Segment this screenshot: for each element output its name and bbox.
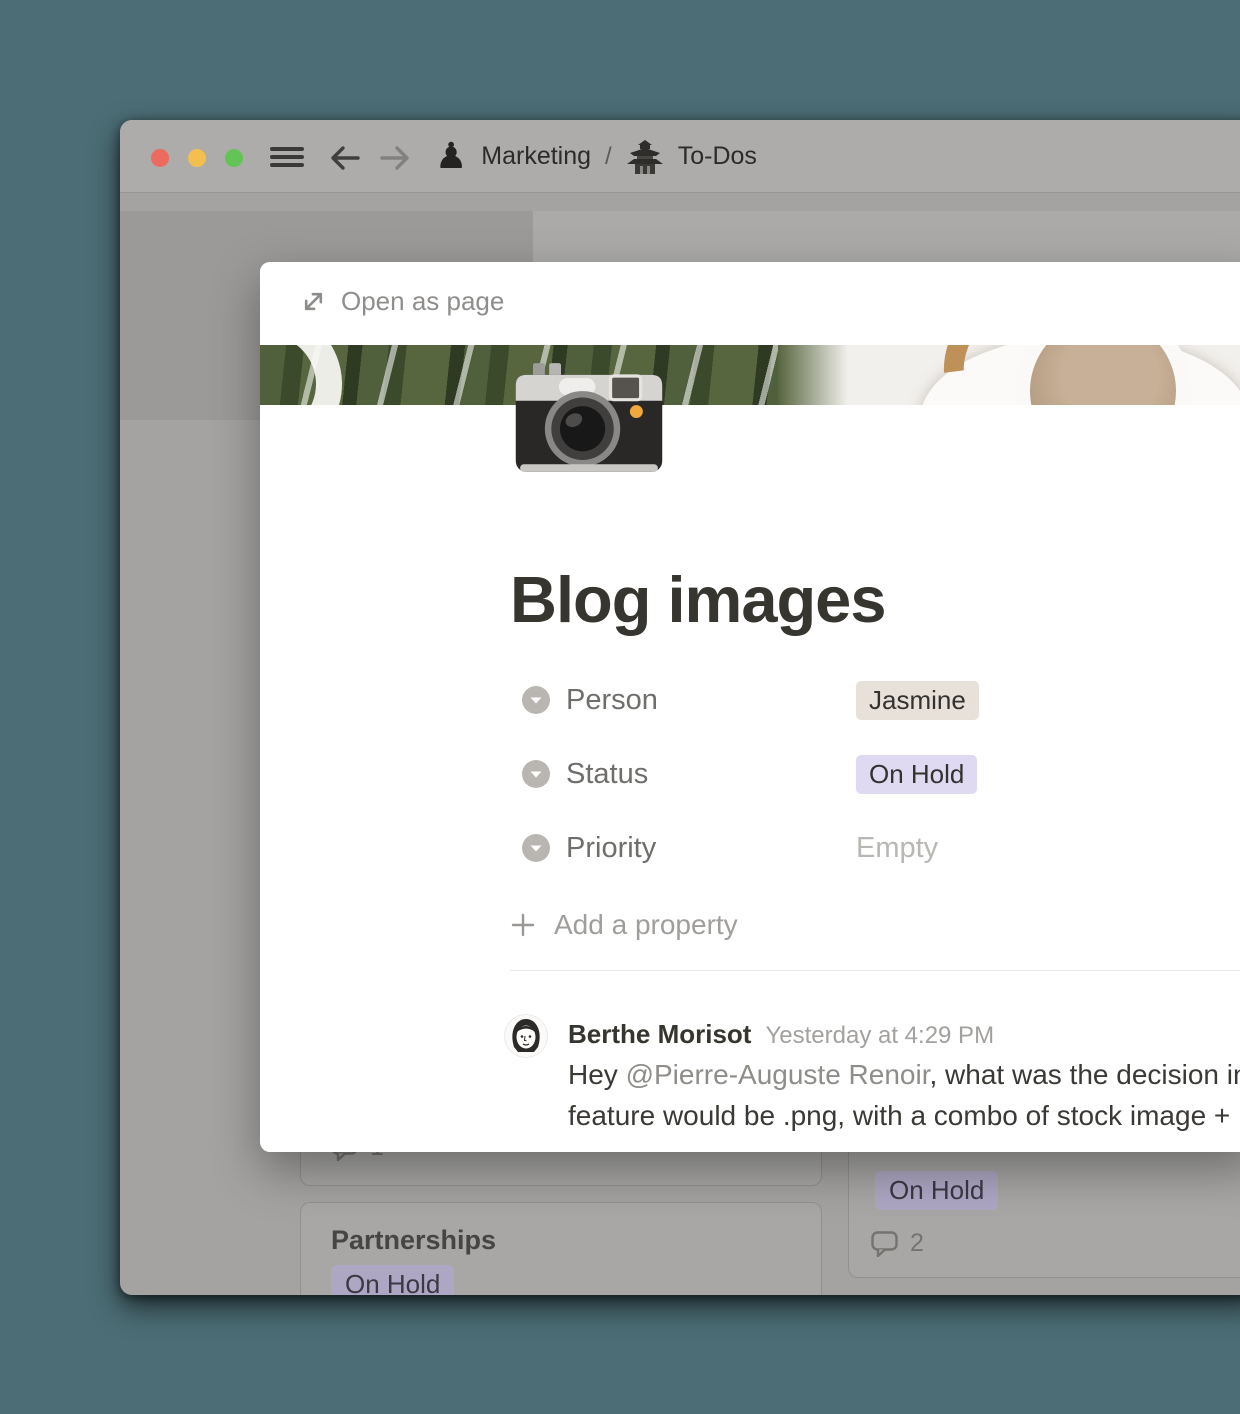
screenshot-stage: ♟ Marketing / To-Dos: [0, 0, 1240, 1414]
circle-chevron-down-icon: [522, 686, 550, 714]
breadcrumb-item-todos[interactable]: To-Dos: [678, 142, 757, 171]
breadcrumb-item-marketing[interactable]: Marketing: [481, 142, 591, 171]
property-name[interactable]: Person: [566, 684, 856, 717]
status-badge: On Hold: [331, 1265, 454, 1295]
open-as-page-button[interactable]: Open as page: [300, 286, 504, 317]
page-cover[interactable]: [260, 345, 1240, 405]
sidebar-menu-icon[interactable]: [270, 147, 304, 167]
property-name[interactable]: Priority: [566, 832, 856, 865]
dimmed-card-partnerships: Partnerships On Hold: [300, 1202, 822, 1295]
user-mention[interactable]: @Pierre-Auguste Renoir: [626, 1059, 930, 1090]
cover-coffee-cup: [1015, 345, 1191, 405]
back-arrow-icon[interactable]: [328, 142, 362, 174]
close-window-button[interactable]: [151, 149, 169, 167]
camera-emoji-icon[interactable]: [513, 362, 665, 474]
comment-text-line2: feature would be .png, with a combo of s…: [568, 1100, 1240, 1132]
property-row-status: Status On Hold: [510, 756, 977, 792]
property-row-person: Person Jasmine: [510, 682, 979, 718]
person-tag[interactable]: Jasmine: [856, 681, 979, 720]
zoom-window-button[interactable]: [225, 149, 243, 167]
circle-chevron-down-icon: [522, 834, 550, 862]
woman-portrait-icon: [505, 1015, 547, 1057]
japanese-castle-icon: [626, 140, 664, 174]
breadcrumb-separator: /: [605, 143, 612, 171]
add-property-button[interactable]: Add a property: [510, 907, 738, 943]
page-preview-modal: Open as page Blog image: [260, 262, 1240, 1152]
comment-count-label: 2: [910, 1229, 924, 1258]
comment-text-line1: Hey @Pierre-Auguste Renoir, what was the…: [568, 1059, 1240, 1091]
avatar: [505, 1015, 547, 1057]
empty-property-value[interactable]: Empty: [856, 832, 938, 865]
plus-icon: [510, 912, 536, 938]
open-as-page-label: Open as page: [341, 286, 504, 317]
card-title: Partnerships: [331, 1225, 496, 1256]
minimize-window-button[interactable]: [188, 149, 206, 167]
add-property-label: Add a property: [554, 909, 738, 941]
chess-pawn-icon: ♟: [435, 139, 467, 175]
comment-author: Berthe Morisot: [568, 1019, 751, 1050]
property-name[interactable]: Status: [566, 758, 856, 791]
cover-plate: [260, 345, 342, 405]
status-tag[interactable]: On Hold: [856, 755, 977, 794]
page-title[interactable]: Blog images: [510, 562, 885, 637]
comment-bubble-icon: [871, 1231, 898, 1257]
section-divider: [510, 970, 1240, 971]
comment-count: 2: [871, 1229, 924, 1258]
breadcrumb: ♟ Marketing / To-Dos: [435, 120, 757, 193]
status-badge: On Hold: [875, 1171, 998, 1210]
comment-timestamp: Yesterday at 4:29 PM: [765, 1022, 994, 1050]
forward-arrow-icon[interactable]: [378, 142, 412, 174]
circle-chevron-down-icon: [522, 760, 550, 788]
window-titlebar: ♟ Marketing / To-Dos: [120, 120, 1240, 193]
property-row-priority: Priority Empty: [510, 830, 938, 866]
modal-toolbar: Open as page: [260, 262, 1240, 345]
expand-icon: [300, 288, 327, 315]
